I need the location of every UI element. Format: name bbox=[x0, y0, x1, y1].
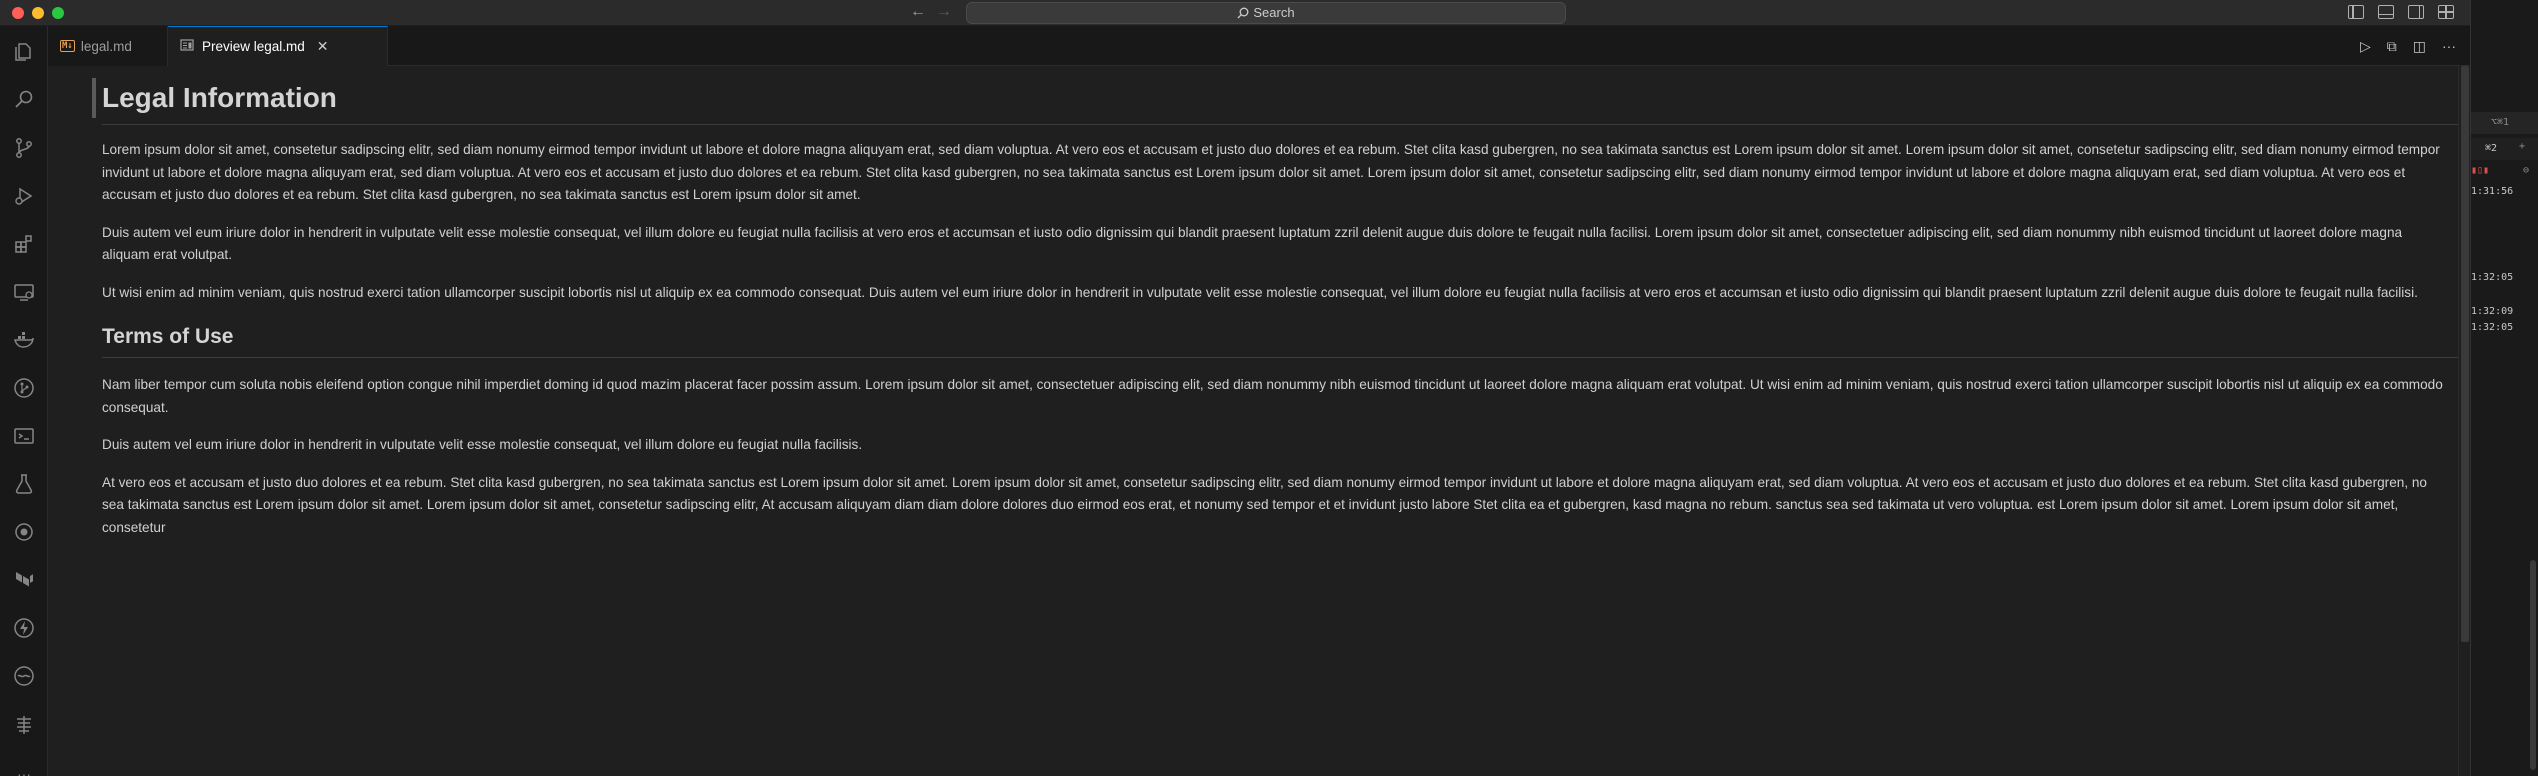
scrollbar-thumb[interactable] bbox=[2461, 66, 2469, 642]
search-icon bbox=[1237, 7, 1249, 19]
more-actions-icon[interactable]: ··· bbox=[2442, 38, 2456, 55]
github-copilot-icon[interactable] bbox=[12, 664, 36, 688]
search-label: Search bbox=[1253, 5, 1295, 20]
paragraph: Duis autem vel eum iriure dolor in hendr… bbox=[102, 437, 863, 452]
kubernetes-icon[interactable] bbox=[12, 712, 36, 736]
heading-legal-information: Legal Information bbox=[92, 72, 2458, 125]
source-control-icon[interactable] bbox=[12, 136, 36, 160]
more-views-icon[interactable]: ··· bbox=[12, 762, 36, 776]
markdown-preview[interactable]: Legal Information Lorem ipsum dolor sit … bbox=[48, 66, 2458, 776]
settings-sync-icon[interactable] bbox=[12, 520, 36, 544]
thunder-client-icon[interactable] bbox=[12, 616, 36, 640]
terminal-timestamp: 1:31:56 bbox=[2471, 186, 2514, 197]
forward-arrow-icon[interactable]: → bbox=[936, 3, 952, 21]
explorer-icon[interactable] bbox=[12, 40, 36, 64]
docker-icon[interactable] bbox=[12, 328, 36, 352]
git-graph-icon[interactable] bbox=[12, 376, 36, 400]
background-terminal-window: ⌥⌘1 ⌘2 + ▮▯▮ ⊖ 1:31:56 1:32:05 1:32:09 1… bbox=[2470, 0, 2538, 776]
run-icon[interactable]: ▷ bbox=[2360, 38, 2371, 55]
minimize-icon[interactable]: ⊖ bbox=[2523, 165, 2529, 176]
preview-icon bbox=[180, 39, 196, 54]
layout-controls bbox=[2348, 5, 2454, 19]
close-window-button[interactable] bbox=[12, 7, 24, 19]
testing-icon[interactable] bbox=[12, 472, 36, 496]
split-editor-icon[interactable]: ◫ bbox=[2413, 38, 2426, 55]
terminal-icon[interactable] bbox=[12, 424, 36, 448]
customize-layout-icon[interactable] bbox=[2438, 5, 2454, 19]
editor-actions: ▷ ⧉ ◫ ··· bbox=[2360, 38, 2456, 55]
preview-content: Legal Information Lorem ipsum dolor sit … bbox=[92, 72, 2458, 554]
search-view-icon[interactable] bbox=[12, 88, 36, 112]
terminal-tab-strip bbox=[2471, 138, 2538, 160]
tab-legal-md[interactable]: M↓ legal.md bbox=[48, 26, 168, 66]
tab-label: legal.md bbox=[80, 38, 132, 54]
minimize-window-button[interactable] bbox=[32, 7, 44, 19]
terminal-timestamp: 1:32:05 bbox=[2471, 322, 2514, 333]
paragraph: Ut wisi enim ad minim veniam, quis nostr… bbox=[102, 284, 2418, 300]
terminal-scrollbar[interactable] bbox=[2530, 560, 2536, 770]
extensions-icon[interactable] bbox=[12, 232, 36, 256]
terraform-icon[interactable] bbox=[12, 568, 36, 592]
toggle-panel-icon[interactable] bbox=[2378, 5, 2394, 19]
terminal-timestamp: 1:32:09 bbox=[2471, 306, 2514, 317]
title-bar: ← → Search bbox=[0, 0, 2470, 26]
error-marker-icon: ▮▯▮ bbox=[2471, 165, 2490, 176]
paragraph: At vero eos et accusam et justo duo dolo… bbox=[102, 474, 2427, 535]
toggle-secondary-sidebar-icon[interactable] bbox=[2408, 5, 2424, 19]
terminal-shortcut-label: ⌥⌘1 bbox=[2491, 117, 2510, 128]
activity-bar: ··· bbox=[0, 26, 48, 776]
heading-terms-of-use: Terms of Use bbox=[102, 319, 2458, 358]
paragraph: Nam liber tempor cum soluta nobis eleife… bbox=[102, 377, 2443, 415]
remote-explorer-icon[interactable] bbox=[12, 280, 36, 304]
terminal-shortcut-label: ⌘2 bbox=[2485, 143, 2498, 154]
tab-preview-legal-md[interactable]: Preview legal.md ✕ bbox=[168, 26, 388, 66]
zoom-window-button[interactable] bbox=[52, 7, 64, 19]
command-center-search[interactable]: Search bbox=[966, 2, 1566, 24]
tab-label: Preview legal.md bbox=[202, 39, 305, 54]
open-source-icon[interactable]: ⧉ bbox=[2387, 38, 2397, 55]
toggle-primary-sidebar-icon[interactable] bbox=[2348, 5, 2364, 19]
close-tab-icon[interactable]: ✕ bbox=[317, 38, 329, 55]
back-arrow-icon[interactable]: ← bbox=[910, 3, 926, 21]
editor-tab-bar: M↓ legal.md Preview legal.md ✕ ▷ ⧉ ◫ ··· bbox=[48, 26, 2470, 66]
new-tab-icon[interactable]: + bbox=[2519, 141, 2525, 152]
run-debug-icon[interactable] bbox=[12, 184, 36, 208]
paragraph: Duis autem vel eum iriure dolor in hendr… bbox=[102, 224, 2403, 263]
terminal-timestamp: 1:32:05 bbox=[2471, 272, 2514, 283]
markdown-icon: M↓ bbox=[60, 40, 75, 52]
paragraph: Lorem ipsum dolor sit amet, consetetur s… bbox=[102, 142, 2440, 202]
